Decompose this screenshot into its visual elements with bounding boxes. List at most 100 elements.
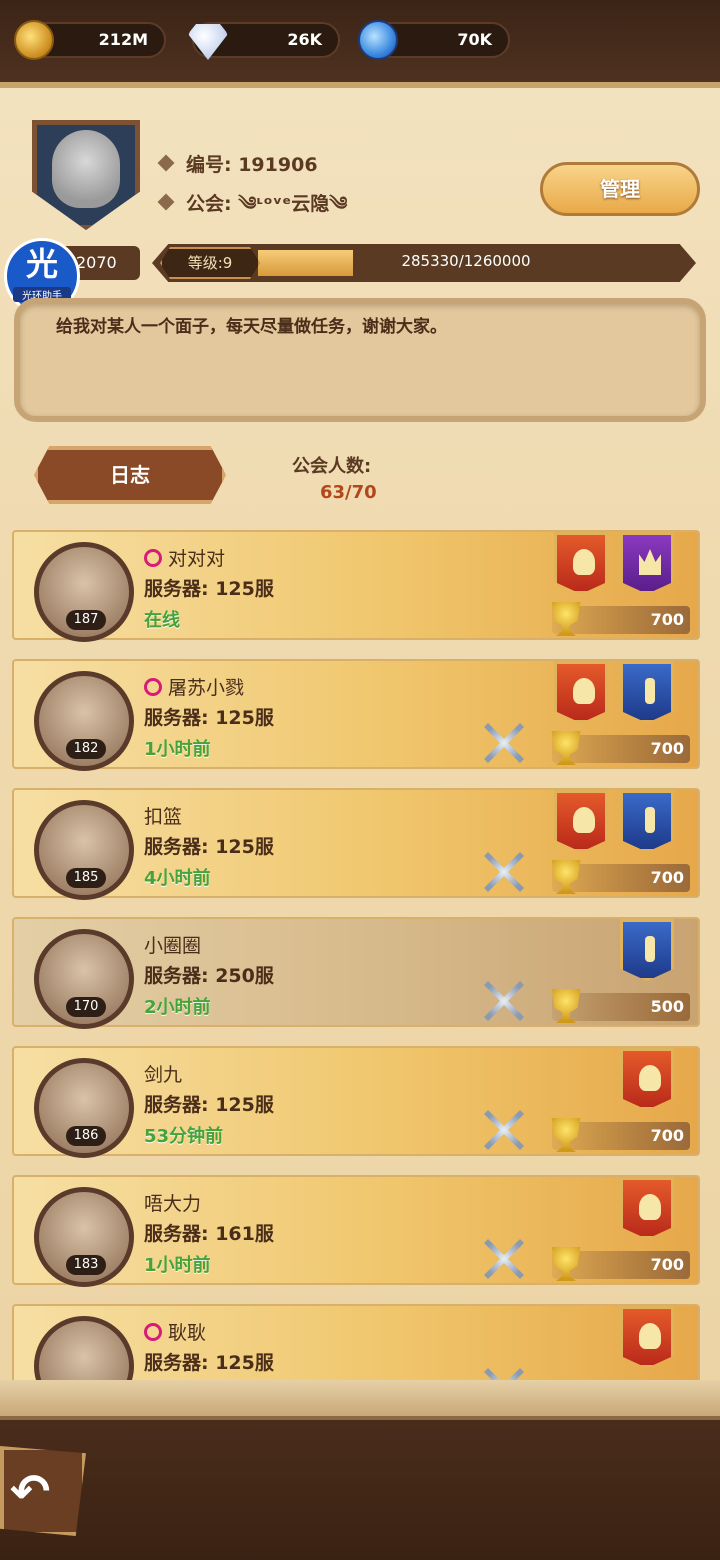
member-score: 500 — [650, 997, 684, 1016]
member-score: 700 — [650, 1126, 684, 1145]
purple-banner-icon — [620, 532, 674, 594]
crossed-swords-icon[interactable] — [484, 1239, 524, 1279]
member-row[interactable]: 耿耿 服务器: 125服 — [12, 1304, 700, 1380]
blue-banner-icon — [620, 919, 674, 981]
blue-banner-icon — [620, 661, 674, 723]
back-arrow-icon: ↶ — [10, 1464, 51, 1520]
member-score: 700 — [650, 868, 684, 887]
manage-button[interactable]: 管理 — [540, 162, 700, 216]
member-row[interactable]: 170 小圈圈 服务器: 250服 2小时前 500 — [12, 917, 700, 1029]
guild-name: 公会: ༄ᶫᵒᵛᵉ云隐༄ — [186, 193, 348, 215]
banner-symbol-icon — [573, 549, 595, 575]
member-status: 在线 — [144, 610, 180, 631]
member-name-row: 耿耿 — [144, 1318, 206, 1345]
red-banner-icon — [554, 661, 608, 723]
diamond-icon — [188, 24, 228, 60]
bullet-icon — [157, 154, 175, 172]
crossed-swords-icon[interactable] — [484, 1368, 524, 1380]
member-level: 182 — [66, 739, 106, 759]
bullet-icon — [157, 193, 175, 211]
guild-name-row: 公会: ༄ᶫᵒᵛᵉ云隐༄ — [157, 182, 348, 236]
member-score: 700 — [650, 1255, 684, 1274]
banner-symbol-icon — [639, 549, 661, 575]
member-server: 服务器: 125服 — [144, 836, 274, 858]
member-row[interactable]: 182 屠苏小戮 服务器: 125服 1小时前 700 — [12, 659, 700, 771]
member-name-row: 对对对 — [144, 544, 225, 571]
blue-banner-icon — [620, 790, 674, 852]
member-server: 服务器: 161服 — [144, 1223, 274, 1245]
experience-text: 285330/1260000 — [401, 252, 531, 270]
guild-level: 等级:9 — [160, 247, 260, 279]
log-button[interactable]: 日志 — [34, 446, 226, 504]
member-server: 服务器: 125服 — [144, 707, 274, 729]
member-server: 服务器: 125服 — [144, 1352, 274, 1374]
member-name-row: 扣篮 — [144, 802, 182, 829]
member-name: 耿耿 — [168, 1322, 207, 1344]
member-name: 小圈圈 — [144, 935, 202, 957]
banner-symbol-icon — [645, 678, 655, 704]
female-icon — [144, 1323, 162, 1341]
member-count: 63/70 — [320, 482, 377, 503]
member-status: 1小时前 — [144, 1255, 211, 1276]
member-name-row: 剑九 — [144, 1060, 182, 1087]
banner-symbol-icon — [639, 1065, 661, 1091]
crossed-swords-icon[interactable] — [484, 1110, 524, 1150]
member-status: 4小时前 — [144, 868, 211, 889]
member-level: 187 — [66, 610, 106, 630]
banner-symbol-icon — [639, 1194, 661, 1220]
crossed-swords-icon[interactable] — [484, 981, 524, 1021]
red-banner-icon — [554, 532, 608, 594]
crystal-value: 70K — [457, 30, 492, 49]
banner-symbol-icon — [639, 1323, 661, 1349]
member-level: 170 — [66, 997, 106, 1017]
resource-bar: 212M 26K 70K — [0, 0, 720, 82]
banner-symbol-icon — [645, 936, 655, 962]
member-server: 服务器: 125服 — [144, 1094, 274, 1116]
member-name-row: 唔大力 — [144, 1189, 201, 1216]
member-level: 185 — [66, 868, 106, 888]
female-icon — [144, 549, 162, 567]
panel-bottom-edge — [0, 1380, 720, 1420]
guild-motto: 给我对某人一个面子，每天尽量做任务，谢谢大家。 — [56, 317, 447, 337]
guild-emblem-portrait — [52, 130, 120, 208]
red-banner-icon — [554, 790, 608, 852]
member-name-row: 屠苏小戮 — [144, 673, 244, 700]
banner-symbol-icon — [645, 807, 655, 833]
member-status: 1小时前 — [144, 739, 211, 760]
member-score: 700 — [650, 610, 684, 629]
crossed-swords-icon[interactable] — [484, 852, 524, 892]
guild-id: 编号: 191906 — [186, 154, 318, 176]
experience-fill — [258, 250, 353, 276]
member-row[interactable]: 186 剑九 服务器: 125服 53分钟前 700 — [12, 1046, 700, 1158]
red-banner-icon — [620, 1306, 674, 1368]
member-level: 183 — [66, 1255, 106, 1275]
member-name-row: 小圈圈 — [144, 931, 201, 958]
diamond-resource[interactable]: 26K — [188, 22, 340, 60]
member-row[interactable]: 185 扣篮 服务器: 125服 4小时前 700 — [12, 788, 700, 900]
watermark-char: 光 — [25, 245, 58, 283]
member-name: 唔大力 — [144, 1193, 202, 1215]
member-server: 服务器: 125服 — [144, 578, 274, 600]
banner-symbol-icon — [573, 678, 595, 704]
female-icon — [144, 678, 162, 696]
member-level: 186 — [66, 1126, 106, 1146]
guild-id-row: 编号: 191906 — [157, 150, 318, 177]
crystal-resource[interactable]: 70K — [358, 20, 510, 60]
banner-symbol-icon — [573, 807, 595, 833]
member-name: 剑九 — [144, 1064, 183, 1086]
red-banner-icon — [620, 1048, 674, 1110]
member-row[interactable]: 187 对对对 服务器: 125服 在线 700 — [12, 530, 700, 642]
member-name: 对对对 — [168, 548, 226, 570]
gold-value: 212M — [98, 30, 148, 49]
member-name: 扣篮 — [144, 806, 183, 828]
gold-coin-icon — [14, 20, 54, 60]
member-row[interactable]: 183 唔大力 服务器: 161服 1小时前 700 — [12, 1175, 700, 1287]
member-list[interactable]: 187 对对对 服务器: 125服 在线 700 182 屠苏小戮 服务器: 1… — [12, 530, 700, 1380]
member-status: 53分钟前 — [144, 1126, 224, 1147]
avatar[interactable] — [34, 1316, 134, 1380]
member-name: 屠苏小戮 — [168, 677, 245, 699]
crossed-swords-icon[interactable] — [484, 723, 524, 763]
red-banner-icon — [620, 1177, 674, 1239]
gold-resource[interactable]: 212M — [14, 20, 166, 60]
diamond-value: 26K — [287, 30, 322, 49]
